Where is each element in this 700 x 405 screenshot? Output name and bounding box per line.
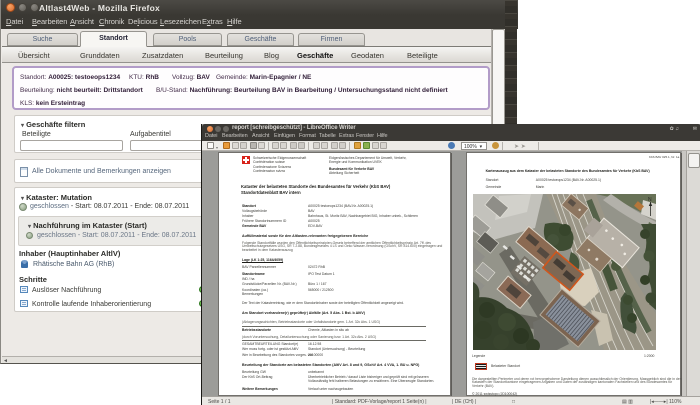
svg-text:N: N bbox=[648, 197, 652, 203]
